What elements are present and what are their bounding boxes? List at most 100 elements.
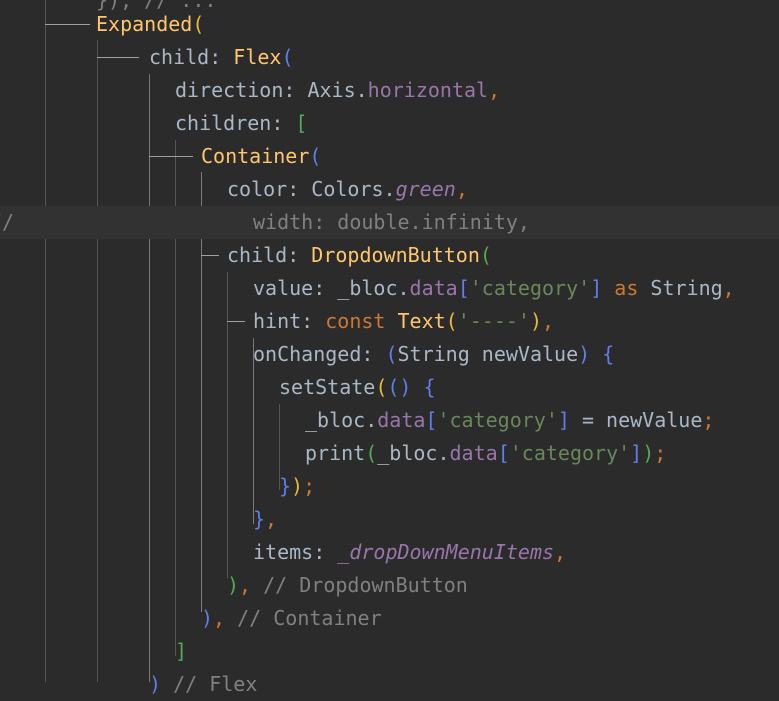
code-text: color: Colors.green,: [227, 173, 468, 206]
code-line[interactable]: ]: [0, 635, 779, 668]
code-token: ]: [590, 276, 603, 300]
code-token: String: [650, 276, 723, 300]
code-token: // DropdownButton: [263, 573, 468, 597]
code-token: ): [227, 573, 240, 597]
code-token: value:: [253, 276, 338, 300]
code-line[interactable]: hint: const Text('----'),: [0, 305, 779, 338]
code-token: ): [201, 606, 214, 630]
code-token: children:: [175, 111, 296, 135]
code-token: green: [395, 177, 456, 201]
code-line[interactable]: ), // DropdownButton: [0, 569, 779, 602]
code-token: [: [295, 111, 308, 135]
code-token: [: [425, 408, 438, 432]
code-token: ,: [722, 276, 735, 300]
code-token: (: [385, 342, 398, 366]
code-token: data: [377, 408, 426, 432]
code-token: direction:: [175, 78, 308, 102]
code-token: ,: [542, 309, 555, 333]
code-text: width: double.infinity,: [253, 206, 530, 239]
code-token: }: [279, 474, 292, 498]
code-token: items:: [253, 540, 338, 564]
code-token: ;: [654, 441, 667, 465]
code-token: ,: [455, 177, 468, 201]
code-token: onChanged:: [253, 342, 386, 366]
code-line-highlighted[interactable]: // width: double.infinity,: [0, 206, 779, 239]
code-text: print(_bloc.data['category']);: [305, 437, 666, 470]
code-text: items: _dropDownMenuItems,: [253, 536, 566, 569]
code-token: (: [479, 243, 492, 267]
code-token: horizontal: [367, 78, 489, 102]
code-token: (: [309, 144, 322, 168]
code-text: value: _bloc.data['category'] as String,: [253, 272, 735, 305]
code-line[interactable]: value: _bloc.data['category'] as String,: [0, 272, 779, 305]
code-line[interactable]: direction: Axis.horizontal,: [0, 74, 779, 107]
code-text: children: [: [175, 107, 307, 140]
code-token: // Flex: [161, 672, 258, 696]
code-token: _dropDownMenuItems: [337, 540, 555, 564]
code-token: }: [253, 507, 266, 531]
code-token: ,: [213, 606, 238, 630]
code-token: _bloc.: [305, 408, 378, 432]
code-token: String newValue: [397, 342, 579, 366]
code-token: _bloc.: [377, 441, 450, 465]
code-line[interactable]: Expanded(: [0, 8, 779, 41]
code-token: 'category': [509, 441, 631, 465]
code-line[interactable]: items: _dropDownMenuItems,: [0, 536, 779, 569]
code-line[interactable]: },: [0, 503, 779, 536]
code-token: Axis.: [307, 78, 368, 102]
code-token: 'category': [469, 276, 591, 300]
code-token: width: double.infinity,: [253, 210, 530, 234]
code-line[interactable]: child: DropdownButton(: [0, 239, 779, 272]
code-token: '----': [457, 309, 530, 333]
code-token: Text: [397, 309, 446, 333]
code-token: ): [578, 342, 591, 366]
code-text: direction: Axis.horizontal,: [175, 74, 500, 107]
code-token: ]: [557, 408, 570, 432]
code-token: (: [445, 309, 458, 333]
code-text: setState(() {: [279, 371, 436, 404]
code-line[interactable]: setState(() {: [0, 371, 779, 404]
code-line[interactable]: _bloc.data['category'] = newValue;: [0, 404, 779, 437]
code-line[interactable]: Container(: [0, 140, 779, 173]
code-token: ,: [265, 507, 278, 531]
code-token: 'category': [437, 408, 558, 432]
code-token: as: [602, 276, 651, 300]
code-line[interactable]: onChanged: (String newValue) {: [0, 338, 779, 371]
code-token: data: [449, 441, 498, 465]
code-token: DropdownButton: [311, 243, 480, 267]
code-token: Expanded: [96, 12, 193, 36]
code-token: _bloc.: [337, 276, 410, 300]
code-token: (: [281, 45, 294, 69]
code-token: color:: [227, 177, 312, 201]
code-token: ,: [488, 78, 501, 102]
code-text: Expanded(: [96, 8, 204, 41]
code-text: ), // DropdownButton: [227, 569, 468, 602]
code-token: ): [529, 309, 543, 333]
code-token: const: [325, 309, 398, 333]
code-line[interactable]: children: [: [0, 107, 779, 140]
code-line[interactable]: ), // Container: [0, 602, 779, 635]
code-line[interactable]: });: [0, 470, 779, 503]
code-token: child:: [149, 45, 234, 69]
code-token: print: [305, 441, 366, 465]
code-token: [: [497, 441, 510, 465]
code-token: [: [457, 276, 470, 300]
code-token: ): [642, 441, 655, 465]
code-token: Container: [201, 144, 310, 168]
code-token: Colors.: [311, 177, 396, 201]
code-editor[interactable]: }), // ... Expanded(child: Flex(direction…: [0, 0, 779, 696]
code-token: // Container: [237, 606, 382, 630]
code-text: Container(: [201, 140, 321, 173]
code-token: ]: [175, 639, 188, 663]
code-token: Flex: [233, 45, 282, 69]
code-text: onChanged: (String newValue) {: [253, 338, 614, 371]
code-text: },: [253, 503, 277, 536]
code-token: ,: [239, 573, 264, 597]
code-line[interactable]: ) // Flex: [0, 668, 779, 701]
code-token: ;: [702, 408, 715, 432]
code-line[interactable]: color: Colors.green,: [0, 173, 779, 206]
code-token: ): [291, 474, 304, 498]
code-line[interactable]: print(_bloc.data['category']);: [0, 437, 779, 470]
code-text: ), // Container: [201, 602, 382, 635]
code-line[interactable]: child: Flex(: [0, 41, 779, 74]
